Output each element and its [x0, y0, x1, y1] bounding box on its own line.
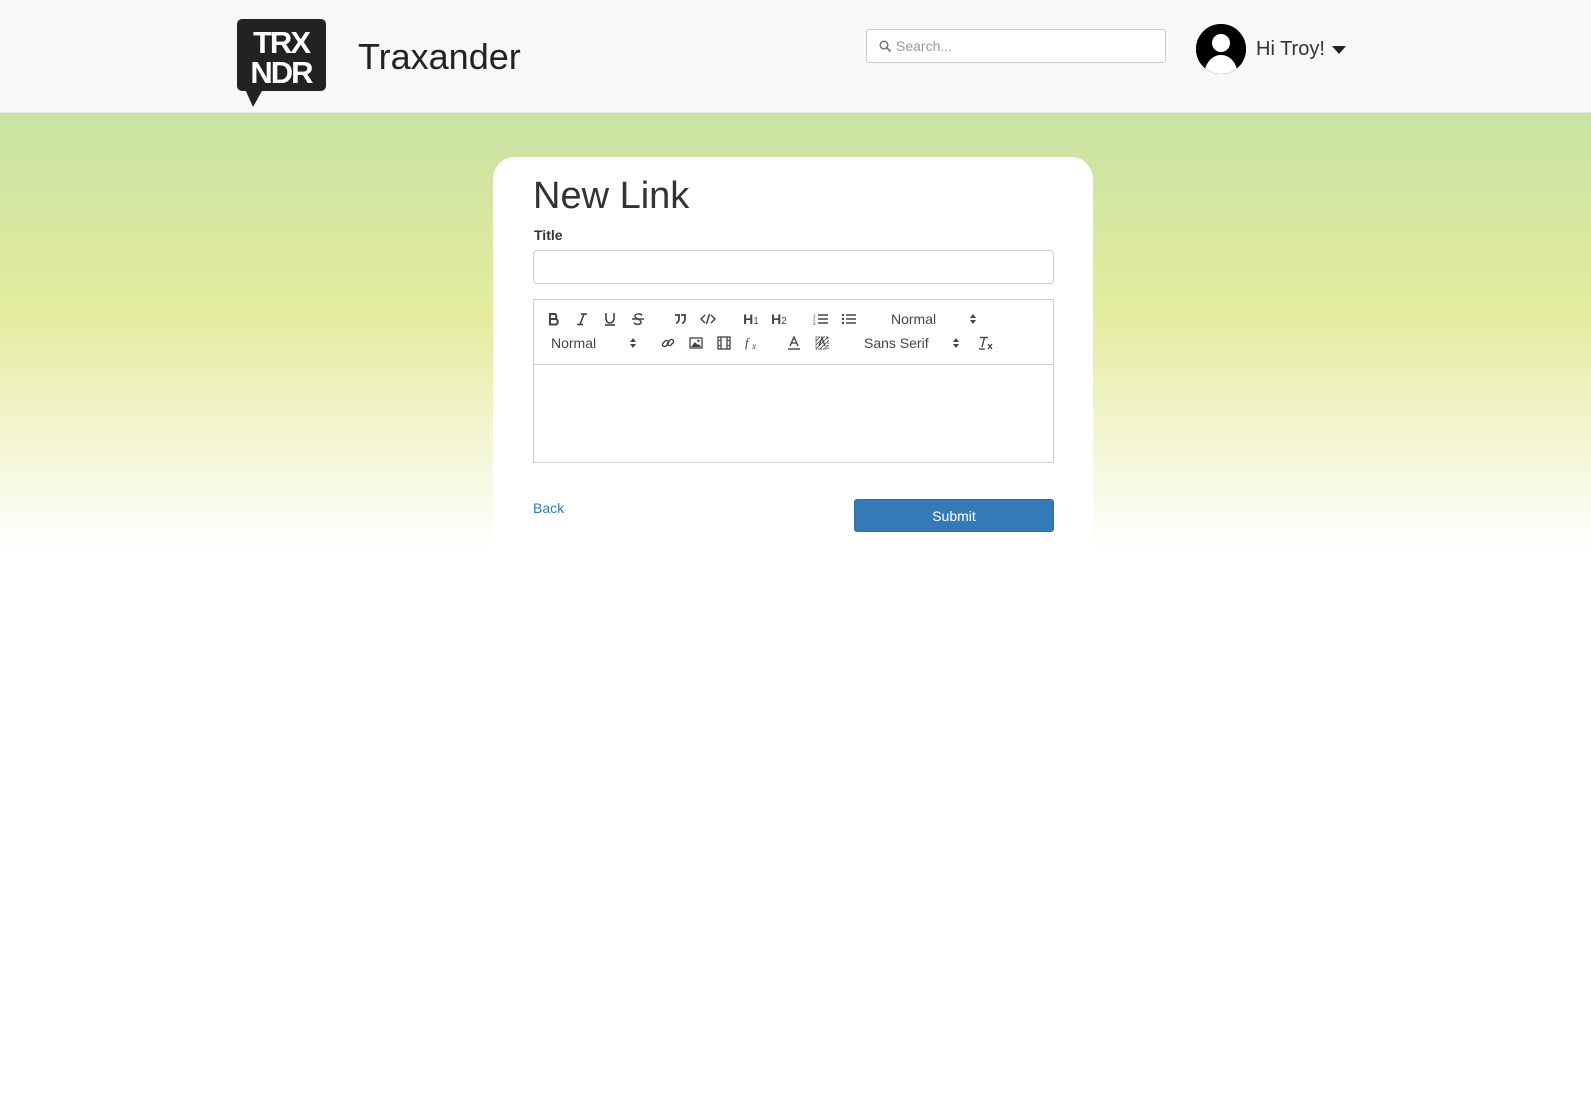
search-input[interactable] — [896, 38, 1156, 54]
navbar: TRX NDR Traxander Hi Troy! — [0, 0, 1591, 113]
size-select[interactable]: Normal — [891, 308, 977, 330]
clear-formatting-icon[interactable] — [974, 332, 998, 354]
link-icon[interactable] — [656, 332, 680, 354]
h2-icon[interactable]: H2 — [766, 308, 792, 330]
italic-icon[interactable] — [570, 308, 594, 330]
title-input[interactable] — [533, 250, 1054, 284]
search-icon — [879, 40, 891, 52]
page-title: New Link — [533, 175, 690, 217]
select-arrows-icon — [630, 338, 636, 348]
background-color-icon[interactable] — [810, 332, 834, 354]
h1-icon[interactable]: H1 — [738, 308, 764, 330]
underline-icon[interactable] — [598, 308, 622, 330]
editor-body[interactable] — [534, 366, 1053, 462]
code-block-icon[interactable] — [696, 308, 720, 330]
bold-icon[interactable] — [542, 308, 566, 330]
select-arrows-icon — [953, 338, 959, 348]
ordered-list-icon[interactable]: 123 — [809, 308, 833, 330]
svg-text:3: 3 — [813, 321, 816, 326]
traxander-logo[interactable]: TRX NDR — [237, 19, 326, 107]
chevron-down-icon — [1331, 45, 1346, 54]
formula-icon[interactable]: fx — [740, 332, 764, 354]
title-label: Title — [534, 227, 563, 243]
back-link[interactable]: Back — [533, 500, 564, 516]
rich-text-editor: H1 H2 123 Normal Normal f x Sans Serif — [533, 299, 1054, 463]
strikethrough-icon[interactable] — [626, 308, 650, 330]
text-color-icon[interactable] — [782, 332, 806, 354]
new-link-card: New Link Title H1 H 2 1 2 3 Normal Norma… — [493, 157, 1093, 553]
search-box[interactable] — [866, 29, 1166, 63]
user-greeting[interactable]: Hi Troy! — [1256, 38, 1325, 61]
header-select[interactable]: Normal — [551, 332, 637, 354]
editor-toolbar: H1 H2 123 Normal Normal f x Sans Serif — [534, 300, 1053, 365]
svg-text:NDR: NDR — [250, 55, 313, 90]
font-select[interactable]: Sans Serif — [864, 332, 960, 354]
submit-button[interactable]: Submit — [854, 499, 1054, 532]
user-menu[interactable]: Hi Troy! — [1196, 24, 1346, 74]
image-icon[interactable] — [684, 332, 708, 354]
user-icon — [1196, 24, 1246, 74]
svg-text:f: f — [745, 336, 751, 350]
avatar — [1196, 24, 1246, 74]
video-icon[interactable] — [712, 332, 736, 354]
svg-text:x: x — [751, 341, 756, 350]
bullet-list-icon[interactable] — [837, 308, 861, 330]
brand-name[interactable]: Traxander — [358, 36, 521, 78]
blockquote-icon[interactable] — [668, 308, 692, 330]
select-arrows-icon — [970, 314, 976, 324]
